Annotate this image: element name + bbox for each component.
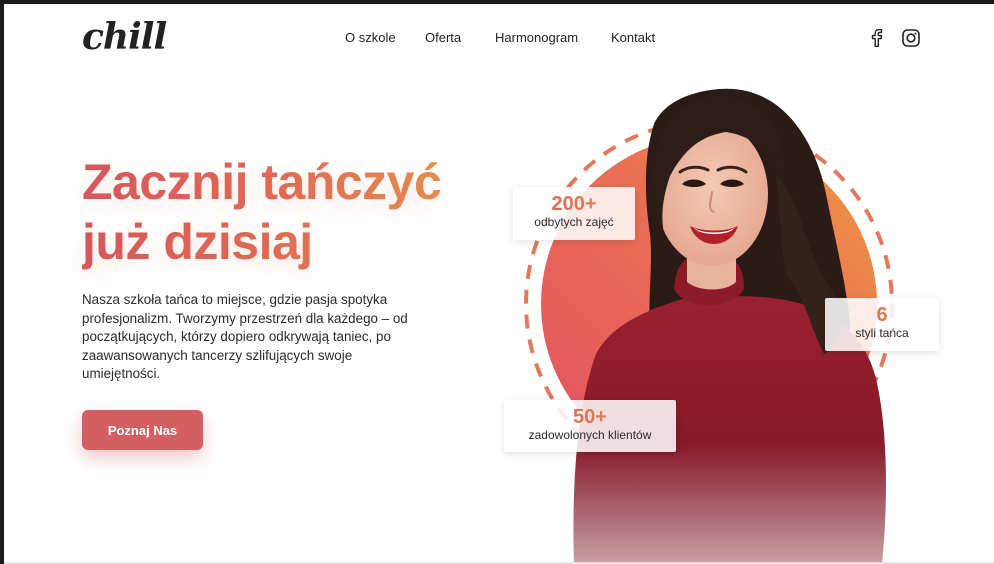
landing-page: chill O szkole Oferta Harmonogram Kontak… (4, 4, 994, 564)
nav-item-oferta[interactable]: Oferta (425, 30, 461, 45)
stat-label: odbytych zajęć (534, 215, 614, 229)
hero-headline: Zacznij tańczyć już dzisiaj (82, 152, 502, 272)
stat-card-styles: 6 styli tańca (825, 298, 939, 351)
browser-frame: chill O szkole Oferta Harmonogram Kontak… (0, 0, 994, 564)
hero-visual: 200+ odbytych zajęć 6 styli tańca 50+ za… (504, 84, 994, 564)
poznaj-nas-button[interactable]: Poznaj Nas (82, 410, 203, 450)
facebook-icon[interactable] (867, 28, 887, 48)
stat-value: 50+ (504, 406, 676, 428)
hero-headline-line1: Zacznij tańczyć (82, 154, 442, 210)
instagram-icon[interactable] (901, 28, 921, 48)
hero-description: Nasza szkoła tańca to miejsce, gdzie pas… (82, 292, 408, 382)
stat-label: zadowolonych klientów (528, 428, 652, 442)
facebook-glyph (871, 29, 883, 47)
nav-item-kontakt[interactable]: Kontakt (611, 30, 655, 45)
stat-value: 200+ (513, 193, 635, 215)
instagram-glyph (902, 29, 920, 47)
stat-label: styli tańca (855, 326, 909, 340)
nav-item-o-szkole[interactable]: O szkole (345, 30, 396, 45)
nav-item-harmonogram[interactable]: Harmonogram (495, 30, 578, 45)
stat-card-clients: 50+ zadowolonych klientów (504, 400, 676, 452)
main-nav: O szkole Oferta Harmonogram Kontakt (4, 30, 994, 50)
stat-card-classes: 200+ odbytych zajęć (513, 187, 635, 240)
hero-headline-line2: już dzisiaj (82, 214, 313, 270)
stat-value: 6 (825, 304, 939, 326)
